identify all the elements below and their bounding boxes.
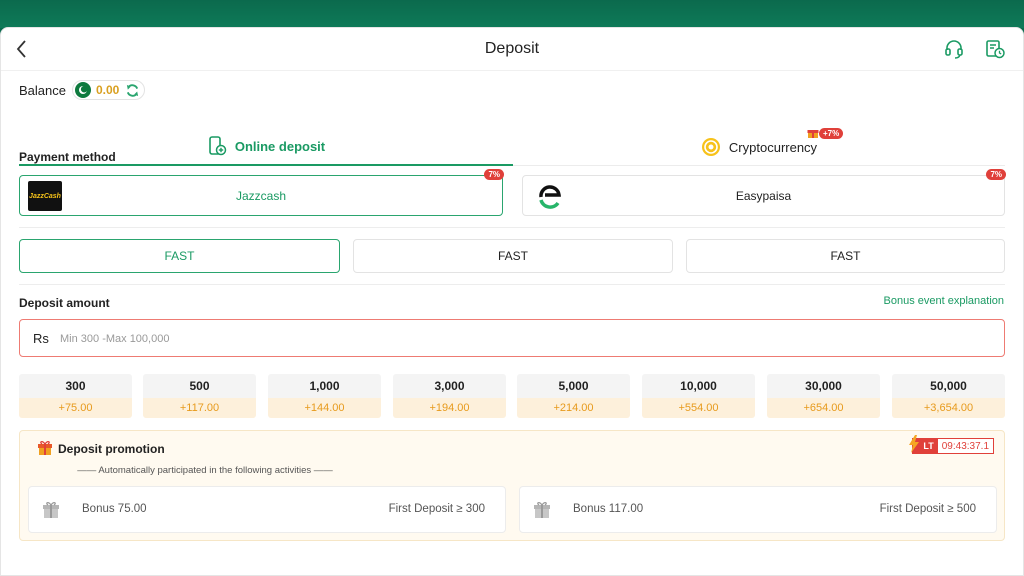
amount-chip[interactable]: 50,000 +3,654.00 — [892, 374, 1005, 418]
amount-chip[interactable]: 10,000 +554.00 — [642, 374, 755, 418]
pakistan-flag-icon — [74, 82, 91, 98]
amount-chip[interactable]: 500 +117.00 — [143, 374, 256, 418]
payment-option-jazzcash[interactable]: JazzCash Jazzcash 7% — [19, 169, 504, 216]
bonus-event-explanation-link[interactable]: Bonus event explanation — [884, 295, 1004, 307]
chip-bonus: +194.00 — [393, 398, 506, 418]
balance-value: 0.00 — [95, 83, 120, 97]
chip-bonus: +214.00 — [517, 398, 630, 418]
payment-option-name: Jazzcash — [235, 189, 287, 203]
channel-fast-1[interactable]: FAST — [19, 239, 340, 273]
headset-icon — [945, 40, 963, 59]
bonus-badge: 7% — [484, 164, 504, 182]
lightning-icon — [909, 435, 920, 453]
balance-label: Balance — [19, 82, 66, 98]
chip-bonus: +654.00 — [767, 398, 880, 418]
amount-input[interactable] — [60, 327, 960, 351]
crypto-bonus-badge: +7% — [807, 127, 844, 139]
limited-time-tag: LT — [909, 435, 938, 454]
amount-chips: 300 +75.00 500 +117.00 1,000 +144.00 3,0… — [19, 374, 1005, 418]
crypto-coin-icon — [701, 138, 720, 156]
amount-chip[interactable]: 300 +75.00 — [19, 374, 132, 418]
countdown-timer: LT 09:43:37.1 — [909, 435, 994, 454]
promotion-condition: First Deposit ≥ 300 — [388, 503, 485, 515]
promotion-condition: First Deposit ≥ 500 — [879, 503, 976, 515]
timer-value: 09:43:37.1 — [941, 440, 989, 452]
deposit-promotion-panel: Deposit promotion LT 09:43:37.1 —— Autom… — [19, 430, 1005, 541]
chip-amount: 1,000 — [268, 374, 381, 398]
chip-amount: 3,000 — [393, 374, 506, 398]
amount-chip[interactable]: 5,000 +214.00 — [517, 374, 630, 418]
deposit-amount-label: Deposit amount — [19, 296, 110, 310]
channel-fast-2[interactable]: FAST — [353, 239, 673, 273]
promotion-item: Bonus 75.00 First Deposit ≥ 300 — [28, 486, 506, 533]
amount-chip[interactable]: 1,000 +144.00 — [268, 374, 381, 418]
header: Deposit — [1, 28, 1023, 71]
amount-field: Rs — [19, 319, 1005, 357]
tab-label: Cryptocurrency — [728, 139, 818, 155]
divider — [19, 284, 1005, 285]
divider — [19, 227, 1005, 228]
chip-amount: 300 — [19, 374, 132, 398]
promotion-bonus: Bonus 75.00 — [82, 503, 147, 515]
chip-bonus: +117.00 — [143, 398, 256, 418]
chip-bonus: +144.00 — [268, 398, 381, 418]
payment-option-easypaisa[interactable]: Easypaisa 7% — [522, 169, 1006, 216]
amount-chip[interactable]: 30,000 +654.00 — [767, 374, 880, 418]
chip-amount: 10,000 — [642, 374, 755, 398]
gift-icon — [807, 130, 819, 138]
payment-method-label: Payment method — [19, 150, 116, 164]
chip-amount: 50,000 — [892, 374, 1005, 398]
balance-row: Balance 0.00 — [19, 79, 146, 101]
support-button[interactable] — [943, 38, 965, 60]
deposit-sheet: Deposit Balance 0.00 Online deposit Cryp… — [0, 27, 1024, 576]
channel-fast-3[interactable]: FAST — [686, 239, 1005, 273]
promotion-item: Bonus 117.00 First Deposit ≥ 500 — [519, 486, 997, 533]
phone-deposit-icon — [209, 136, 227, 156]
chip-bonus: +75.00 — [19, 398, 132, 418]
history-button[interactable] — [984, 38, 1006, 60]
chip-amount: 500 — [143, 374, 256, 398]
gift-icon — [38, 441, 52, 455]
tab-cryptocurrency[interactable]: Cryptocurrency +7% — [513, 127, 1005, 166]
amount-chip[interactable]: 3,000 +194.00 — [393, 374, 506, 418]
tab-label: Online deposit — [234, 138, 326, 154]
top-band — [0, 0, 1024, 28]
currency-label: Rs — [33, 331, 49, 346]
gift-box-icon — [534, 502, 550, 518]
promotion-title: Deposit promotion — [58, 442, 165, 456]
chip-bonus: +3,654.00 — [892, 398, 1005, 418]
page-title: Deposit — [484, 40, 540, 57]
promotion-bonus: Bonus 117.00 — [573, 503, 644, 515]
chip-bonus: +554.00 — [642, 398, 755, 418]
record-clock-icon — [986, 40, 1005, 59]
gift-box-icon — [43, 502, 59, 518]
promotion-subtitle: —— Automatically participated in the fol… — [77, 465, 333, 476]
chip-amount: 5,000 — [517, 374, 630, 398]
chip-amount: 30,000 — [767, 374, 880, 398]
payment-option-name: Easypaisa — [735, 189, 792, 203]
balance-pill: 0.00 — [71, 80, 146, 100]
refresh-icon[interactable] — [125, 83, 140, 98]
deposit-tabs: Online deposit Cryptocurrency +7% — [19, 127, 1005, 166]
bonus-badge: 7% — [986, 164, 1006, 182]
